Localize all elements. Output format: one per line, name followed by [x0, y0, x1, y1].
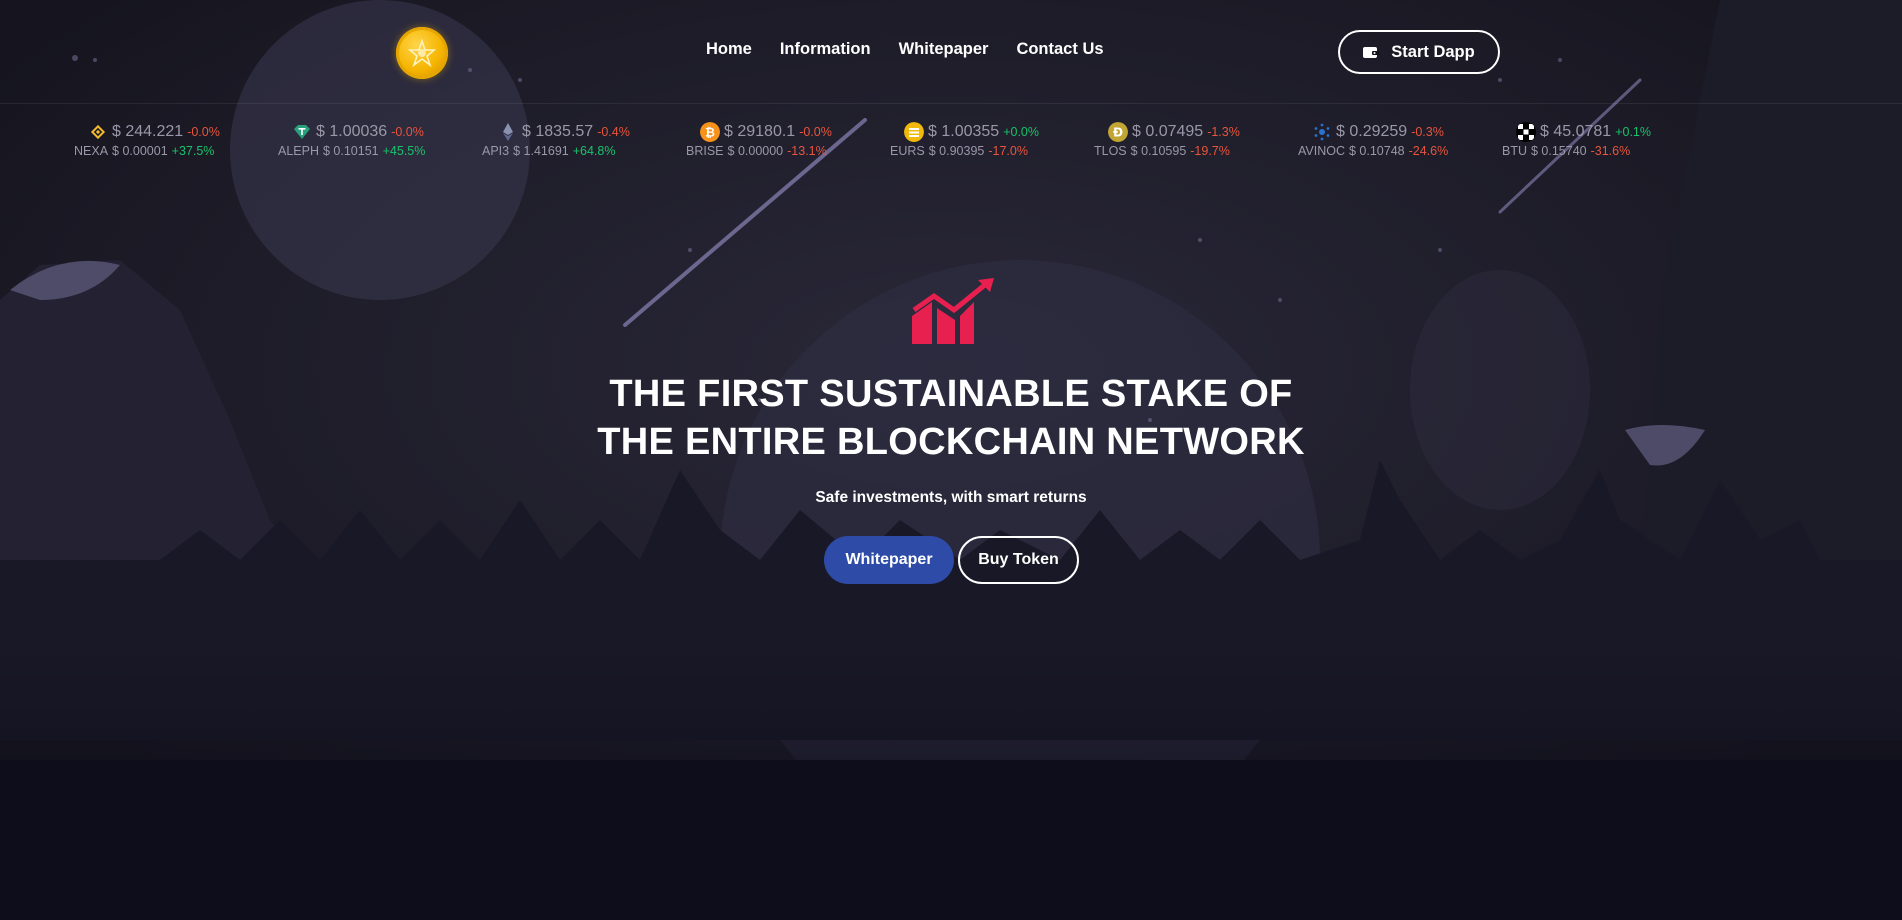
hero-subtitle: Safe investments, with smart returns	[815, 489, 1087, 506]
hero-section: THE FIRST SUSTAINABLE STAKE OF THE ENTIR…	[0, 0, 1902, 920]
hero-title-line2: THE ENTIRE BLOCKCHAIN NETWORK	[597, 421, 1305, 463]
hero-title-line1: THE FIRST SUSTAINABLE STAKE OF	[609, 373, 1293, 415]
hero-title: THE FIRST SUSTAINABLE STAKE OF THE ENTIR…	[551, 370, 1351, 466]
buy-token-button[interactable]: Buy Token	[958, 536, 1079, 584]
growth-chart-icon	[912, 278, 994, 344]
whitepaper-button[interactable]: Whitepaper	[824, 536, 954, 584]
